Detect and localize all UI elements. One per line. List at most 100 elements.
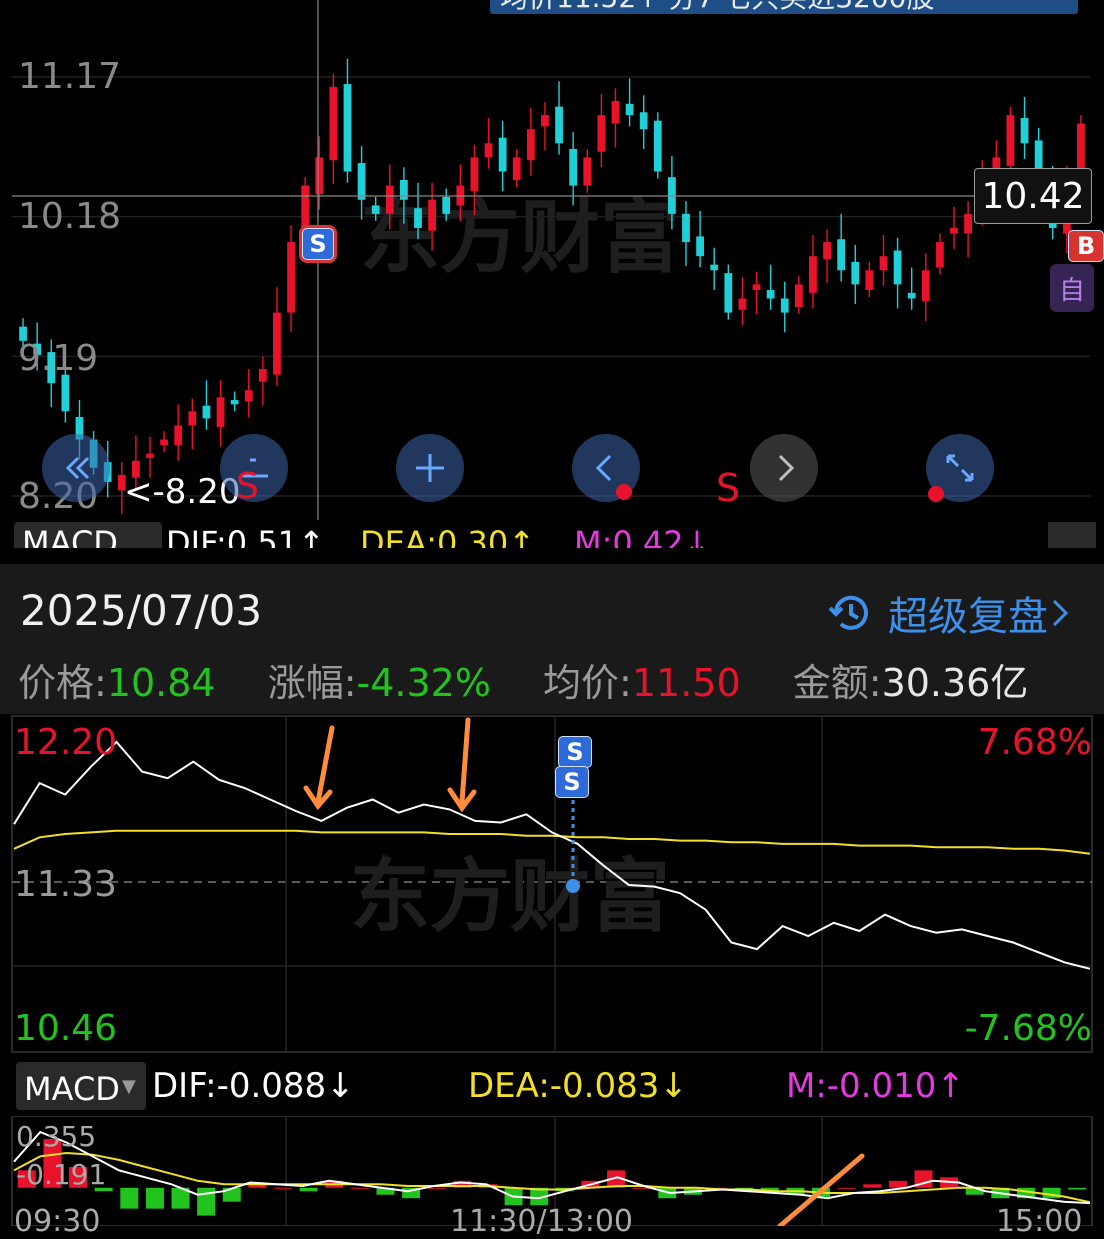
candle-body [400,179,408,200]
kline-m: M:0.42↓ [574,524,711,548]
candle-body [287,242,295,313]
candle-body [414,208,422,228]
price-tick-2: 10.18 [18,196,122,237]
candle-body [696,236,704,257]
buy-signal-badge[interactable]: B [1068,230,1104,262]
candle-body [385,185,394,214]
s-marker-2: S [716,466,741,510]
candle-body [950,227,958,234]
macd-histogram-bar [350,1187,369,1189]
candle-body [188,411,197,426]
kline-indicator-name: MACD [22,524,118,548]
jump-start-button[interactable] [42,434,110,502]
amount-label: 金额: [792,661,882,705]
detail-stats: 价格:10.84 涨幅:-4.32% 均价:11.50 金额:30.36亿 [18,652,1028,707]
chevron-right-icon [778,454,795,482]
macd-indicator-name: MACD [24,1070,120,1108]
candle-body [541,115,549,127]
price-tick-3: 9.19 [18,338,99,379]
intraday-low: 10.46 [14,1008,118,1049]
candle-body [583,157,592,186]
chevron-left-icon [595,454,612,482]
intraday-sell-badge-1[interactable]: S [558,736,592,768]
candle-body [371,205,380,214]
candle-body [202,405,211,419]
step-forward-button[interactable] [750,434,818,502]
candle-body [230,400,239,405]
macd-histogram-bar [274,1187,292,1189]
intraday-badge-label-1: S [566,738,584,766]
macd-histogram-bar [120,1187,139,1209]
time-tick-noon: 11:30/13:00 [450,1204,634,1239]
candle-body [526,129,535,161]
macd-top-tick: 0.355 [16,1120,97,1153]
s-marker: S [236,466,259,507]
intraday-badge-label-2: S [563,768,581,796]
amount-value: 30.36亿 [881,661,1029,705]
self-select-badge[interactable]: 自 [1050,264,1094,312]
candle-body [752,284,761,291]
candle-body [216,397,225,427]
cursor-price-value: 10.42 [981,175,1085,217]
candle-body [569,148,578,186]
candle-body [484,143,493,158]
candle-body [174,425,183,446]
price-label: 价格: [18,661,107,705]
macd-histogram-bar [837,1187,856,1189]
intraday-pct-high: 7.68% [977,722,1092,763]
detail-date: 2025/07/03 [20,586,263,635]
dropdown-caret-icon: ▼ [122,1076,136,1097]
intraday-sell-badge-2[interactable]: S [555,766,589,798]
change-value: -4.32% [356,661,491,705]
candle-body [273,312,281,375]
candle-body [146,453,154,458]
candle-body [921,270,930,302]
annotation-arrow-2 [447,717,477,813]
trade-banner-text: 均价11.52↑ 分7 七只买进3200股 [490,0,935,14]
candle-body [329,86,338,161]
macd-histogram-bar [427,1187,446,1189]
candle-body [794,284,803,307]
intraday-chart[interactable]: 东方财富 [0,714,1104,1054]
intraday-watermark: 东方财富 [350,850,670,943]
macd-bottom-tick: -0.191 [16,1158,107,1191]
kline-indicator-select[interactable]: MACD [14,522,162,548]
macd-panel: MACD ▼ DIF:-0.088↓ DEA:-0.083↓ M:-0.010↑… [0,1054,1104,1239]
avg-label: 均价: [543,661,632,705]
sell-badge-label: S [309,230,327,258]
super-replay-link[interactable]: 超级复盘 [826,584,1072,642]
zoom-in-button[interactable] [396,434,464,502]
candle-body [907,292,916,299]
macd-m: M:-0.010↑ [786,1066,965,1106]
candle-body [611,100,620,124]
candle-body [470,157,479,192]
price-tick-1: 11.17 [18,56,122,97]
candle-body [766,290,775,299]
edit-indicator-button[interactable] [1048,522,1096,548]
candle-body [653,120,662,172]
candle-body [682,213,690,243]
candle-body [357,163,366,200]
detail-header: 2025/07/03 超级复盘 价格:10.84 涨幅:-4.32% 均价:11… [0,564,1104,714]
candle-body [865,270,874,291]
candle-body [625,103,634,116]
intraday-high: 12.20 [14,722,118,763]
candle-body [160,439,168,446]
candle-body [428,199,436,231]
macd-histogram-bar [863,1184,882,1188]
change-label: 涨幅: [267,661,357,705]
cursor-price-tag: 10.42 [974,168,1092,224]
self-select-label: 自 [1058,275,1085,306]
macd-indicator-select[interactable]: MACD ▼ [16,1062,146,1110]
sell-signal-badge[interactable]: S [302,228,334,260]
macd-histogram-bar [888,1180,907,1188]
candle-body [879,256,888,271]
buy-badge-label: B [1076,232,1096,260]
candle-body [724,273,733,313]
annotation-arrow-1 [303,725,335,811]
chevron-right-icon [1052,599,1069,627]
candle-body [1006,115,1015,166]
candle-body [738,298,747,310]
price-value: 10.84 [106,661,216,705]
history-clock-icon [828,595,868,630]
